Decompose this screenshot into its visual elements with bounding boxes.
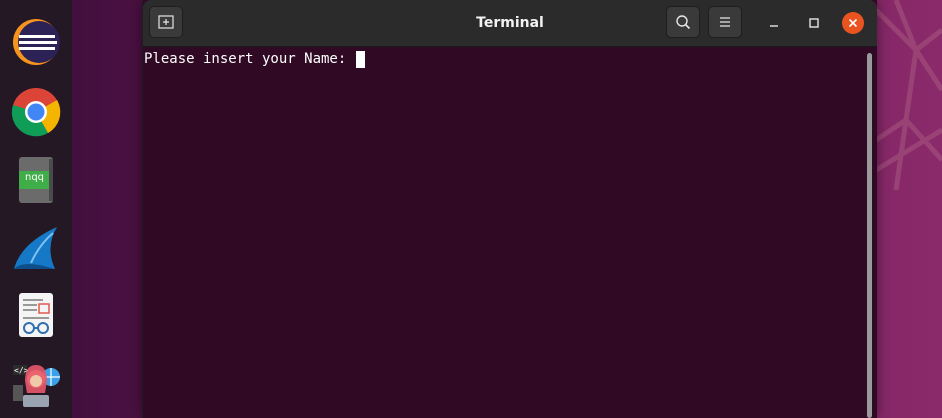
maximize-button[interactable] [803, 12, 825, 34]
search-icon [676, 15, 691, 30]
developer-icon: </> [13, 365, 60, 407]
dock: nqq </> [0, 0, 72, 418]
title-bar[interactable]: Terminal [143, 0, 877, 47]
minimize-button[interactable] [763, 12, 785, 34]
dock-item-eclipse[interactable] [10, 16, 62, 68]
maximize-icon [809, 18, 819, 28]
terminal-window: Terminal Please insert your Name: [142, 0, 877, 418]
text-cursor [355, 50, 365, 68]
nqq-label: nqq [25, 172, 45, 183]
dock-item-document-viewer[interactable] [10, 290, 62, 342]
dock-item-nqq[interactable]: nqq [10, 154, 62, 206]
chrome-icon [11, 88, 61, 137]
dock-item-chrome[interactable] [10, 86, 62, 138]
prompt-text: Please insert your Name: [144, 51, 355, 67]
eclipse-icon [13, 19, 60, 65]
menu-button[interactable] [708, 6, 742, 38]
terminal-output[interactable]: Please insert your Name: [143, 47, 877, 418]
dock-item-developer-app[interactable]: </> [10, 358, 62, 410]
close-button[interactable] [842, 12, 864, 34]
hamburger-menu-icon [720, 17, 730, 27]
minimize-icon [770, 25, 778, 27]
dock-item-wireshark[interactable] [10, 222, 62, 274]
close-icon [848, 18, 858, 28]
wallpaper-decoration [876, 0, 942, 191]
document-viewer-icon [19, 293, 53, 337]
scrollbar[interactable] [867, 53, 872, 418]
terminal-line: Please insert your Name: [144, 50, 365, 68]
search-button[interactable] [666, 6, 700, 38]
wireshark-icon [14, 227, 57, 269]
